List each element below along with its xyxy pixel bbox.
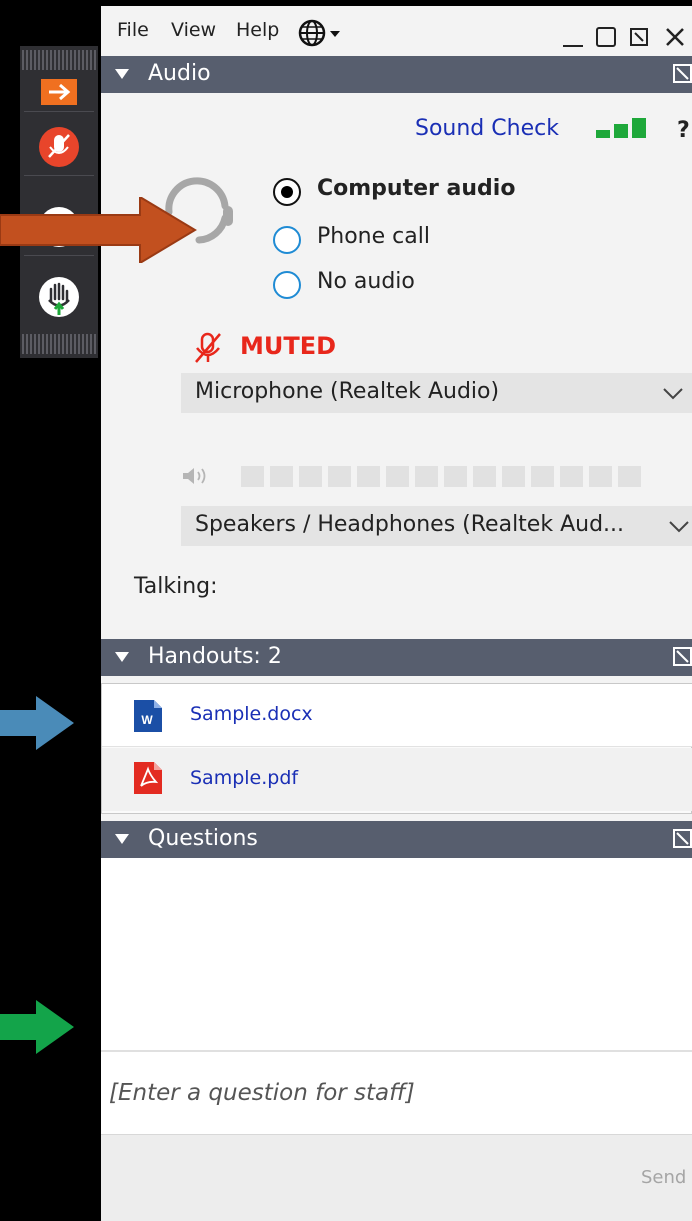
send-button[interactable]: Send <box>641 1167 686 1188</box>
menu-view[interactable]: View <box>171 19 216 41</box>
speaker-volume-icon <box>183 468 206 484</box>
menu-file[interactable]: File <box>117 19 149 41</box>
questions-panel-header[interactable]: Questions <box>101 821 692 858</box>
radio-no-audio[interactable] <box>273 271 301 299</box>
microphone-select[interactable]: Microphone (Realtek Audio) <box>181 373 692 413</box>
annotation-arrow-green <box>0 1000 74 1054</box>
audio-help-button[interactable]: ? <box>677 118 690 143</box>
handouts-panel-title: Handouts: 2 <box>148 644 282 669</box>
popout-panel-icon[interactable] <box>673 829 692 849</box>
handout-item[interactable]: Sample.pdf <box>102 748 692 811</box>
computer-audio-label[interactable]: Computer audio <box>317 176 515 201</box>
gotowebinar-control-panel: File View Help Audio Sound Check ? Compu… <box>101 6 692 1221</box>
collapse-triangle-icon <box>115 652 129 662</box>
chevron-down-icon <box>664 512 692 540</box>
strip-grip-top[interactable] <box>22 50 96 70</box>
svg-text:W: W <box>141 713 153 727</box>
mute-mic-button[interactable] <box>24 118 94 176</box>
handouts-panel-header[interactable]: Handouts: 2 <box>101 639 692 676</box>
collapse-triangle-icon <box>115 834 129 844</box>
popout-panel-icon[interactable] <box>673 647 692 667</box>
audio-panel-title: Audio <box>148 61 211 86</box>
question-input[interactable] <box>101 1052 692 1134</box>
globe-icon <box>298 19 340 47</box>
menu-help[interactable]: Help <box>236 19 279 41</box>
handouts-list: W Sample.docx Sample.pdf <box>101 683 692 814</box>
microphone-select-value: Microphone (Realtek Audio) <box>195 379 500 404</box>
popout-panel-icon[interactable] <box>673 64 692 84</box>
speakers-select-value: Speakers / Headphones (Realtek Aud... <box>195 512 625 537</box>
questions-panel-title: Questions <box>148 826 258 851</box>
phone-call-label[interactable]: Phone call <box>317 224 430 249</box>
signal-strength-icon <box>596 118 646 138</box>
audio-panel-header[interactable]: Audio <box>101 56 692 93</box>
radio-computer-audio[interactable] <box>273 178 301 206</box>
strip-grip-bottom[interactable] <box>22 334 96 354</box>
annotation-arrow-blue <box>0 696 74 750</box>
sound-check-link[interactable]: Sound Check <box>415 116 559 141</box>
no-audio-label[interactable]: No audio <box>317 269 415 294</box>
speakers-select[interactable]: Speakers / Headphones (Realtek Aud... <box>181 506 692 546</box>
menu-bar: File View Help <box>101 6 692 56</box>
handout-item[interactable]: W Sample.docx <box>102 684 692 747</box>
close-icon <box>666 28 684 46</box>
pdf-icon <box>134 762 162 794</box>
handout-name[interactable]: Sample.pdf <box>190 767 298 789</box>
language-menu[interactable] <box>297 18 355 52</box>
mic-muted-status-icon <box>195 332 221 363</box>
raise-hand-icon <box>39 277 79 317</box>
annotation-arrow-orange <box>0 197 197 263</box>
arrow-right-icon <box>41 78 77 105</box>
radio-phone-call[interactable] <box>273 226 301 254</box>
collapse-triangle-icon <box>115 69 129 79</box>
talking-label: Talking: <box>134 574 218 599</box>
collapse-panel-button[interactable] <box>24 72 94 112</box>
mic-muted-icon <box>39 126 79 167</box>
muted-status-label: MUTED <box>240 332 337 360</box>
word-doc-icon: W <box>134 700 162 732</box>
raise-hand-button[interactable] <box>24 268 94 326</box>
handout-name[interactable]: Sample.docx <box>190 703 313 725</box>
maximize-icon <box>596 27 616 47</box>
question-footer: Send <box>101 1134 692 1221</box>
window-controls <box>563 27 684 47</box>
chevron-down-icon <box>663 388 683 400</box>
questions-log <box>101 858 692 1050</box>
